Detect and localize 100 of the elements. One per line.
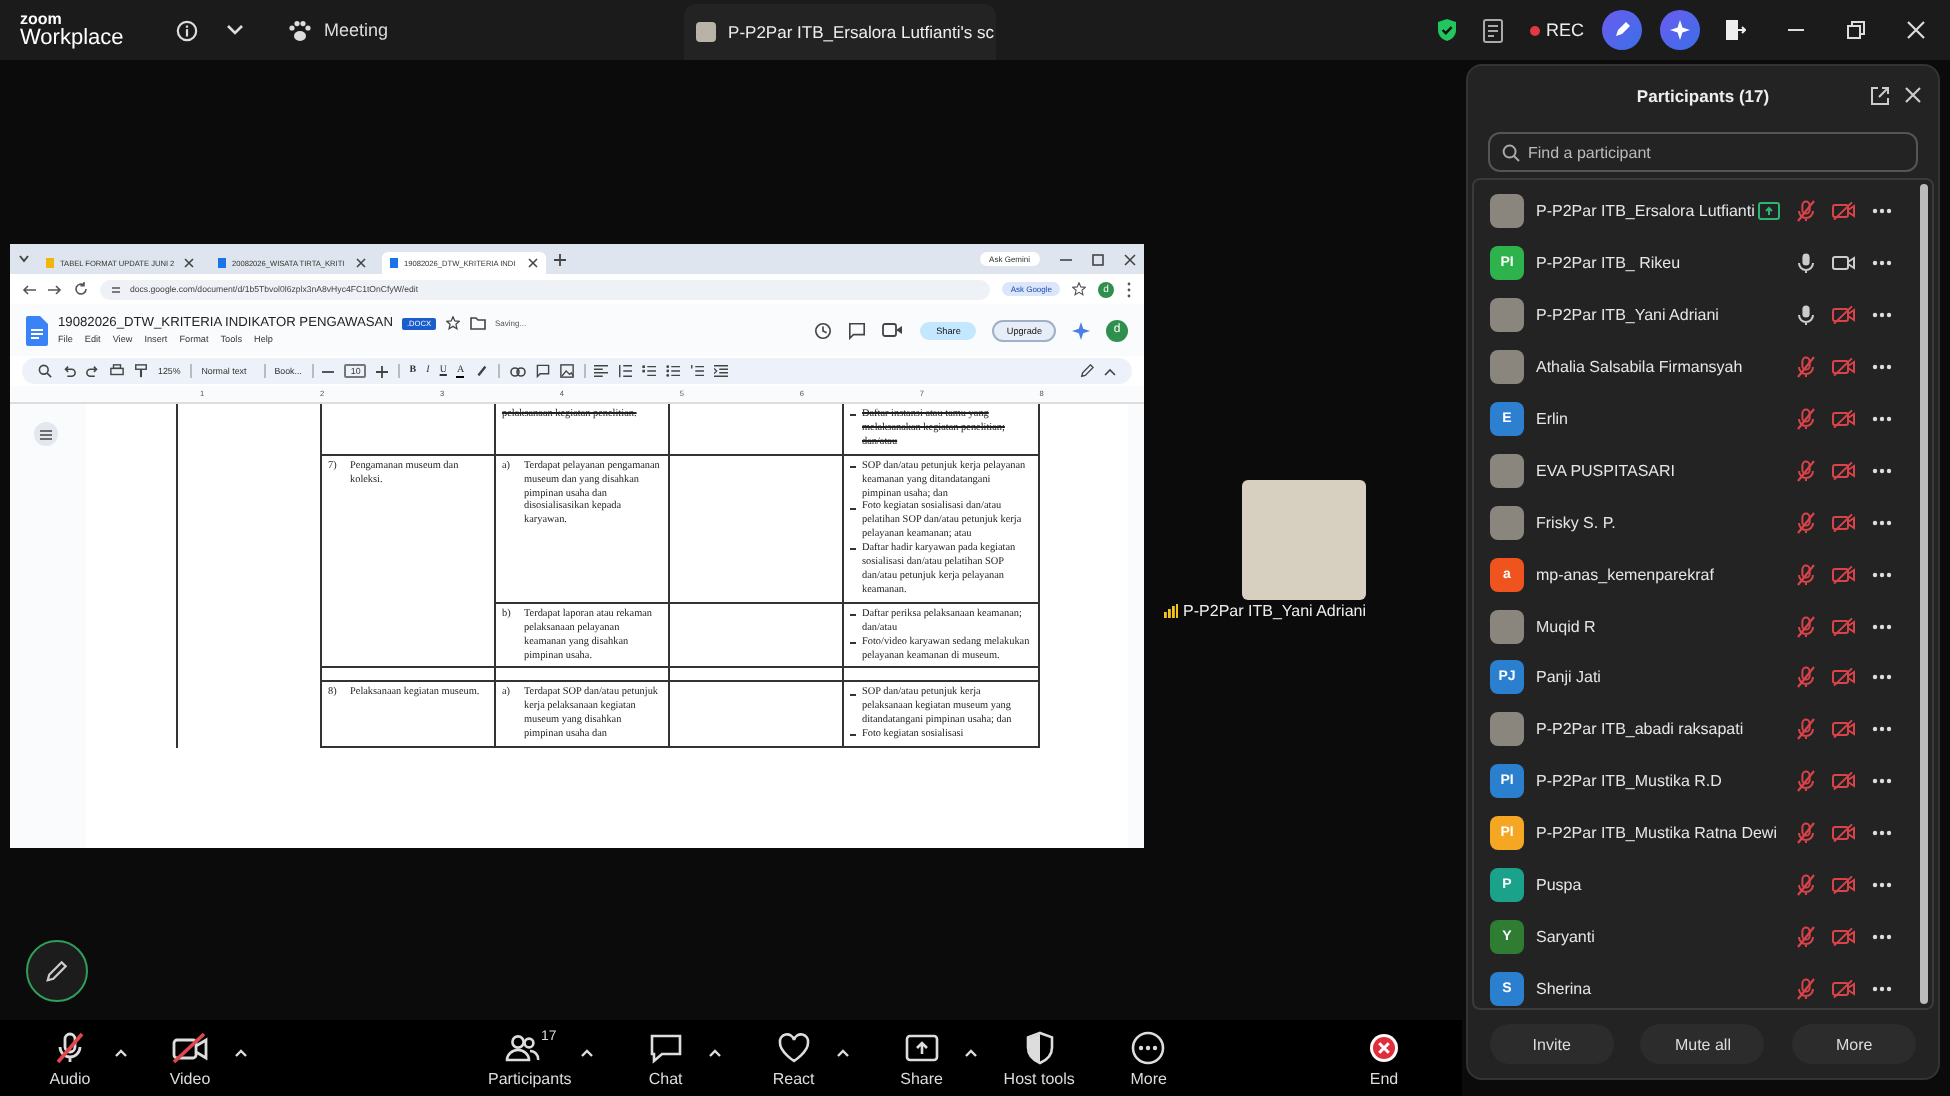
- comment-icon[interactable]: [535, 364, 550, 378]
- muted-microphone-icon[interactable]: [1796, 459, 1816, 482]
- end-button[interactable]: End: [1350, 1029, 1418, 1087]
- video-off-icon[interactable]: [1832, 358, 1856, 377]
- outline-button[interactable]: [34, 422, 58, 446]
- align-icon[interactable]: [594, 364, 609, 378]
- muted-microphone-icon[interactable]: [1796, 874, 1816, 897]
- bulleted-list-icon[interactable]: [666, 364, 681, 378]
- back-arrow-icon[interactable]: [22, 283, 36, 295]
- search-icon[interactable]: [38, 364, 52, 378]
- maximize-icon[interactable]: [1092, 253, 1104, 265]
- video-off-icon[interactable]: [1832, 876, 1856, 895]
- recording-indicator[interactable]: REC: [1529, 20, 1584, 40]
- video-off-icon[interactable]: [1832, 720, 1856, 739]
- kebab-menu-icon[interactable]: [1126, 281, 1132, 297]
- meeting-button[interactable]: Meeting: [288, 19, 389, 41]
- more-icon[interactable]: [1872, 312, 1892, 319]
- participant-row[interactable]: Muqid R: [1474, 600, 1920, 653]
- more-icon[interactable]: [1872, 208, 1892, 215]
- muted-microphone-icon[interactable]: [1796, 563, 1816, 586]
- plus-icon[interactable]: [376, 365, 389, 377]
- video-off-icon[interactable]: [1832, 565, 1856, 584]
- participant-row[interactable]: EVA PUSPITASARI: [1474, 444, 1920, 497]
- pen-sparkle-button[interactable]: [1602, 10, 1642, 50]
- more-icon[interactable]: [1872, 519, 1892, 526]
- highlighter-icon[interactable]: [474, 364, 489, 378]
- paint-format-icon[interactable]: [134, 364, 148, 378]
- muted-microphone-icon[interactable]: [1796, 770, 1816, 793]
- video-off-icon[interactable]: [1832, 824, 1856, 843]
- panel-action-button[interactable]: Mute all: [1640, 1024, 1765, 1064]
- participant-row[interactable]: P-P2Par ITB_Yani Adriani: [1474, 289, 1920, 342]
- muted-microphone-icon[interactable]: [1796, 200, 1816, 223]
- video-call-icon[interactable]: [882, 322, 905, 338]
- video-off-icon[interactable]: [1832, 617, 1856, 636]
- info-icon[interactable]: [176, 19, 198, 41]
- video-off-icon[interactable]: [1832, 461, 1856, 480]
- close-icon[interactable]: [184, 258, 194, 268]
- minus-icon[interactable]: [322, 365, 335, 377]
- print-icon[interactable]: [110, 364, 124, 378]
- microphone-icon[interactable]: [1796, 252, 1816, 275]
- more-icon[interactable]: [1872, 778, 1892, 785]
- chat-button[interactable]: Chat: [631, 1029, 700, 1087]
- site-settings-icon[interactable]: [110, 283, 122, 295]
- participant-row[interactable]: Athalia Salsabila Firmansyah: [1474, 341, 1920, 394]
- redo-icon[interactable]: [86, 364, 100, 378]
- muted-microphone-icon[interactable]: [1796, 925, 1816, 948]
- share-button[interactable]: Share: [887, 1029, 956, 1087]
- more-icon[interactable]: [1872, 933, 1892, 940]
- host-tools-button[interactable]: Host tools: [1003, 1029, 1075, 1087]
- video-off-icon[interactable]: [1832, 772, 1856, 791]
- indent-icon[interactable]: [714, 364, 729, 378]
- muted-microphone-icon[interactable]: [1796, 822, 1816, 845]
- video-camera-icon[interactable]: [1832, 254, 1856, 273]
- undo-icon[interactable]: [62, 364, 76, 378]
- more-icon[interactable]: [1872, 260, 1892, 267]
- muted-microphone-icon[interactable]: [1796, 977, 1816, 1000]
- reload-icon[interactable]: [74, 282, 88, 296]
- chevron-down-icon[interactable]: [18, 254, 30, 264]
- annotate-button[interactable]: [26, 940, 88, 1002]
- comment-icon[interactable]: [848, 321, 867, 339]
- muted-microphone-icon[interactable]: [1796, 666, 1816, 689]
- sparkle-button[interactable]: [1660, 10, 1700, 50]
- more-icon[interactable]: [1872, 830, 1892, 837]
- pop-out-icon[interactable]: [1870, 86, 1890, 106]
- participant-row[interactable]: Frisky S. P.: [1474, 496, 1920, 549]
- restore-icon[interactable]: [1846, 20, 1866, 40]
- shield-icon[interactable]: [1435, 18, 1458, 42]
- scrollbar[interactable]: [1920, 184, 1928, 1004]
- search-field[interactable]: Find a participant: [1488, 132, 1918, 172]
- video-off-icon[interactable]: [1832, 410, 1856, 428]
- link-icon[interactable]: [509, 365, 526, 377]
- door-icon[interactable]: [1724, 18, 1746, 42]
- participant-row[interactable]: P-P2Par ITB_Ersalora Lutfianti: [1474, 186, 1920, 238]
- chevron-up-icon[interactable]: [1104, 367, 1116, 375]
- pencil-icon[interactable]: [1080, 364, 1094, 378]
- more-button[interactable]: More: [1114, 1029, 1183, 1087]
- muted-microphone-icon[interactable]: [1796, 718, 1816, 741]
- close-icon[interactable]: [356, 258, 366, 268]
- video-off-icon[interactable]: [1832, 979, 1856, 998]
- notes-icon[interactable]: [1481, 17, 1506, 43]
- muted-microphone-icon[interactable]: [1796, 408, 1816, 430]
- video-off-icon[interactable]: [1832, 513, 1856, 532]
- close-icon[interactable]: [528, 258, 538, 268]
- sparkle-icon[interactable]: [1072, 321, 1090, 339]
- close-icon[interactable]: [1124, 253, 1136, 265]
- more-icon[interactable]: [1872, 364, 1892, 371]
- more-icon[interactable]: [1872, 623, 1892, 630]
- more-icon[interactable]: [1872, 674, 1892, 681]
- video-off-icon[interactable]: [1832, 927, 1856, 946]
- participant-row[interactable]: P-P2Par ITB_abadi raksapati: [1474, 703, 1920, 756]
- microphone-icon[interactable]: [1796, 304, 1816, 327]
- checklist-icon[interactable]: [642, 364, 657, 378]
- plus-icon[interactable]: [554, 253, 566, 265]
- more-icon[interactable]: [1872, 571, 1892, 578]
- muted-microphone-icon[interactable]: [1796, 615, 1816, 638]
- history-icon[interactable]: [814, 321, 833, 339]
- muted-microphone-icon[interactable]: [1796, 356, 1816, 379]
- star-icon[interactable]: [1072, 282, 1086, 296]
- more-icon[interactable]: [1872, 985, 1892, 992]
- audio-button[interactable]: Audio: [36, 1029, 104, 1087]
